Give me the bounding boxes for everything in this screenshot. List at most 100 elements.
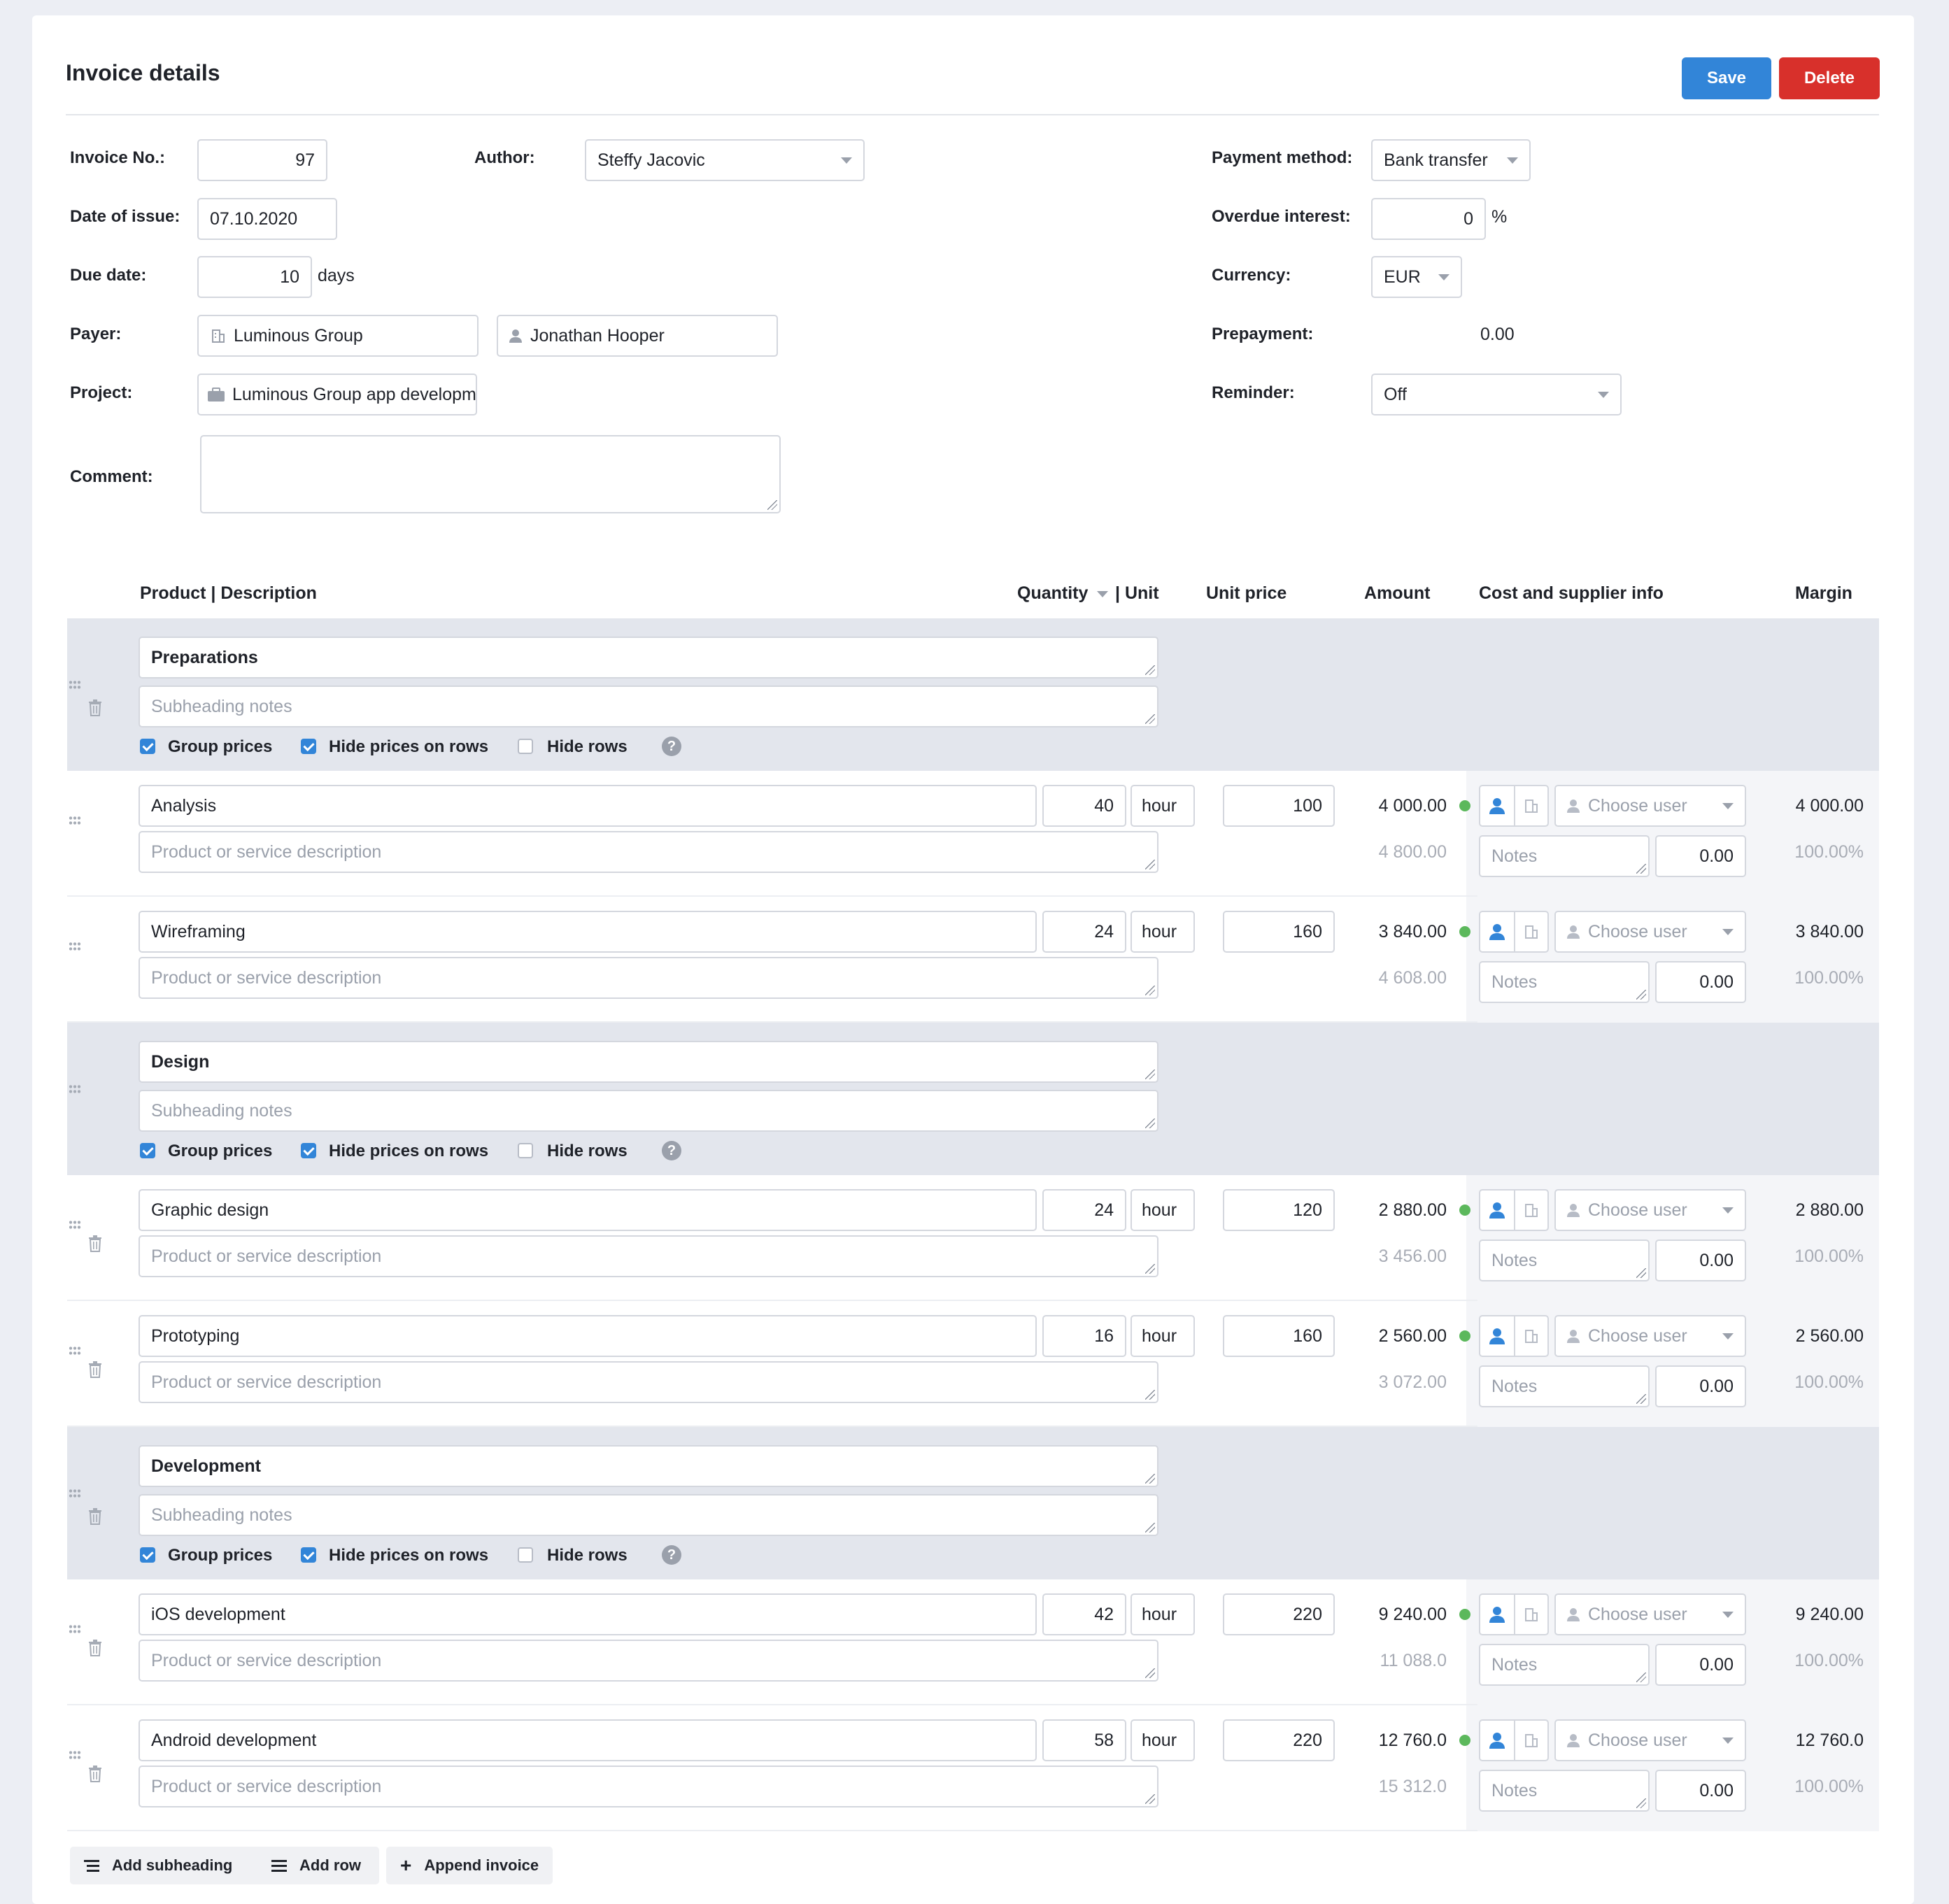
hide-rows-checkbox[interactable]: [518, 1547, 533, 1563]
company-type-toggle[interactable]: [1514, 1189, 1549, 1231]
trash-icon[interactable]: [88, 699, 102, 716]
trash-icon[interactable]: [88, 1508, 102, 1525]
subheading-notes-input[interactable]: Subheading notes: [139, 1494, 1158, 1536]
user-type-toggle[interactable]: [1479, 785, 1515, 827]
cost-input[interactable]: 0.00: [1655, 1365, 1746, 1407]
subheading-notes-input[interactable]: Subheading notes: [139, 685, 1158, 727]
unit-input[interactable]: hour: [1131, 911, 1195, 953]
trash-icon[interactable]: [88, 1361, 102, 1378]
unit-price-input[interactable]: 120: [1223, 1189, 1335, 1231]
help-icon[interactable]: ?: [662, 1545, 681, 1565]
unit-input[interactable]: hour: [1131, 1719, 1195, 1761]
subheading-notes-input[interactable]: Subheading notes: [139, 1090, 1158, 1132]
drag-handle-icon[interactable]: [69, 816, 81, 825]
unit-input[interactable]: hour: [1131, 1315, 1195, 1357]
company-type-toggle[interactable]: [1514, 785, 1549, 827]
notes-input[interactable]: Notes: [1479, 1644, 1650, 1686]
notes-input[interactable]: Notes: [1479, 961, 1650, 1003]
unit-input[interactable]: hour: [1131, 785, 1195, 827]
section-title-input[interactable]: Design: [139, 1041, 1158, 1083]
quantity-input[interactable]: 58: [1042, 1719, 1126, 1761]
choose-user-select[interactable]: Choose user: [1554, 911, 1746, 953]
comment-textarea[interactable]: [200, 435, 781, 513]
user-type-toggle[interactable]: [1479, 1593, 1515, 1635]
payer-company-input[interactable]: Luminous Group: [197, 315, 479, 357]
trash-icon[interactable]: [88, 1235, 102, 1252]
product-name-input[interactable]: Analysis: [139, 785, 1037, 827]
quantity-input[interactable]: 16: [1042, 1315, 1126, 1357]
author-select[interactable]: Steffy Jacovic: [585, 139, 865, 181]
description-input[interactable]: Product or service description: [139, 1361, 1158, 1403]
unit-price-input[interactable]: 160: [1223, 911, 1335, 953]
due-days-input[interactable]: 10: [197, 256, 312, 298]
payer-person-input[interactable]: Jonathan Hooper: [497, 315, 778, 357]
notes-input[interactable]: Notes: [1479, 835, 1650, 877]
section-title-input[interactable]: Preparations: [139, 637, 1158, 679]
notes-input[interactable]: Notes: [1479, 1365, 1650, 1407]
unit-price-input[interactable]: 160: [1223, 1315, 1335, 1357]
choose-user-select[interactable]: Choose user: [1554, 785, 1746, 827]
group-prices-checkbox[interactable]: [140, 1143, 155, 1158]
company-type-toggle[interactable]: [1514, 1315, 1549, 1357]
description-input[interactable]: Product or service description: [139, 1640, 1158, 1682]
add-row-button[interactable]: Add row: [257, 1847, 379, 1884]
overdue-interest-input[interactable]: 0: [1371, 198, 1486, 240]
drag-handle-icon[interactable]: [69, 1220, 81, 1230]
unit-price-input[interactable]: 220: [1223, 1719, 1335, 1761]
description-input[interactable]: Product or service description: [139, 957, 1158, 999]
user-type-toggle[interactable]: [1479, 1315, 1515, 1357]
project-input[interactable]: Luminous Group app developm: [197, 374, 477, 415]
invoice-no-input[interactable]: 97: [197, 139, 327, 181]
delete-button[interactable]: Delete: [1779, 57, 1880, 99]
description-input[interactable]: Product or service description: [139, 831, 1158, 873]
append-invoice-button[interactable]: + Append invoice: [386, 1847, 553, 1884]
choose-user-select[interactable]: Choose user: [1554, 1189, 1746, 1231]
drag-handle-icon[interactable]: [69, 1750, 81, 1760]
unit-input[interactable]: hour: [1131, 1593, 1195, 1635]
payment-method-select[interactable]: Bank transfer: [1371, 139, 1531, 181]
drag-handle-icon[interactable]: [69, 942, 81, 951]
user-type-toggle[interactable]: [1479, 1719, 1515, 1761]
company-type-toggle[interactable]: [1514, 911, 1549, 953]
choose-user-select[interactable]: Choose user: [1554, 1593, 1746, 1635]
user-type-toggle[interactable]: [1479, 1189, 1515, 1231]
company-type-toggle[interactable]: [1514, 1593, 1549, 1635]
hide-rows-checkbox[interactable]: [518, 1143, 533, 1158]
unit-input[interactable]: hour: [1131, 1189, 1195, 1231]
cost-input[interactable]: 0.00: [1655, 835, 1746, 877]
add-subheading-button[interactable]: Add subheading: [70, 1847, 281, 1884]
date-input[interactable]: 07.10.2020: [197, 198, 337, 240]
unit-price-input[interactable]: 100: [1223, 785, 1335, 827]
hide-prices-checkbox[interactable]: [301, 1143, 316, 1158]
notes-input[interactable]: Notes: [1479, 1770, 1650, 1812]
drag-handle-icon[interactable]: [69, 680, 81, 690]
trash-icon[interactable]: [88, 1766, 102, 1782]
col-quantity-header[interactable]: Quantity: [1017, 583, 1088, 604]
help-icon[interactable]: ?: [662, 737, 681, 756]
drag-handle-icon[interactable]: [69, 1084, 81, 1094]
product-name-input[interactable]: iOS development: [139, 1593, 1037, 1635]
unit-price-input[interactable]: 220: [1223, 1593, 1335, 1635]
hide-prices-checkbox[interactable]: [301, 1547, 316, 1563]
cost-input[interactable]: 0.00: [1655, 1644, 1746, 1686]
description-input[interactable]: Product or service description: [139, 1235, 1158, 1277]
product-name-input[interactable]: Android development: [139, 1719, 1037, 1761]
cost-input[interactable]: 0.00: [1655, 1239, 1746, 1281]
quantity-input[interactable]: 42: [1042, 1593, 1126, 1635]
description-input[interactable]: Product or service description: [139, 1766, 1158, 1807]
drag-handle-icon[interactable]: [69, 1489, 81, 1498]
notes-input[interactable]: Notes: [1479, 1239, 1650, 1281]
quantity-input[interactable]: 40: [1042, 785, 1126, 827]
cost-input[interactable]: 0.00: [1655, 961, 1746, 1003]
hide-prices-checkbox[interactable]: [301, 739, 316, 754]
sort-down-icon[interactable]: [1097, 591, 1108, 597]
choose-user-select[interactable]: Choose user: [1554, 1719, 1746, 1761]
save-button[interactable]: Save: [1682, 57, 1771, 99]
quantity-input[interactable]: 24: [1042, 911, 1126, 953]
product-name-input[interactable]: Prototyping: [139, 1315, 1037, 1357]
choose-user-select[interactable]: Choose user: [1554, 1315, 1746, 1357]
product-name-input[interactable]: Graphic design: [139, 1189, 1037, 1231]
drag-handle-icon[interactable]: [69, 1346, 81, 1356]
company-type-toggle[interactable]: [1514, 1719, 1549, 1761]
reminder-select[interactable]: Off: [1371, 374, 1622, 415]
